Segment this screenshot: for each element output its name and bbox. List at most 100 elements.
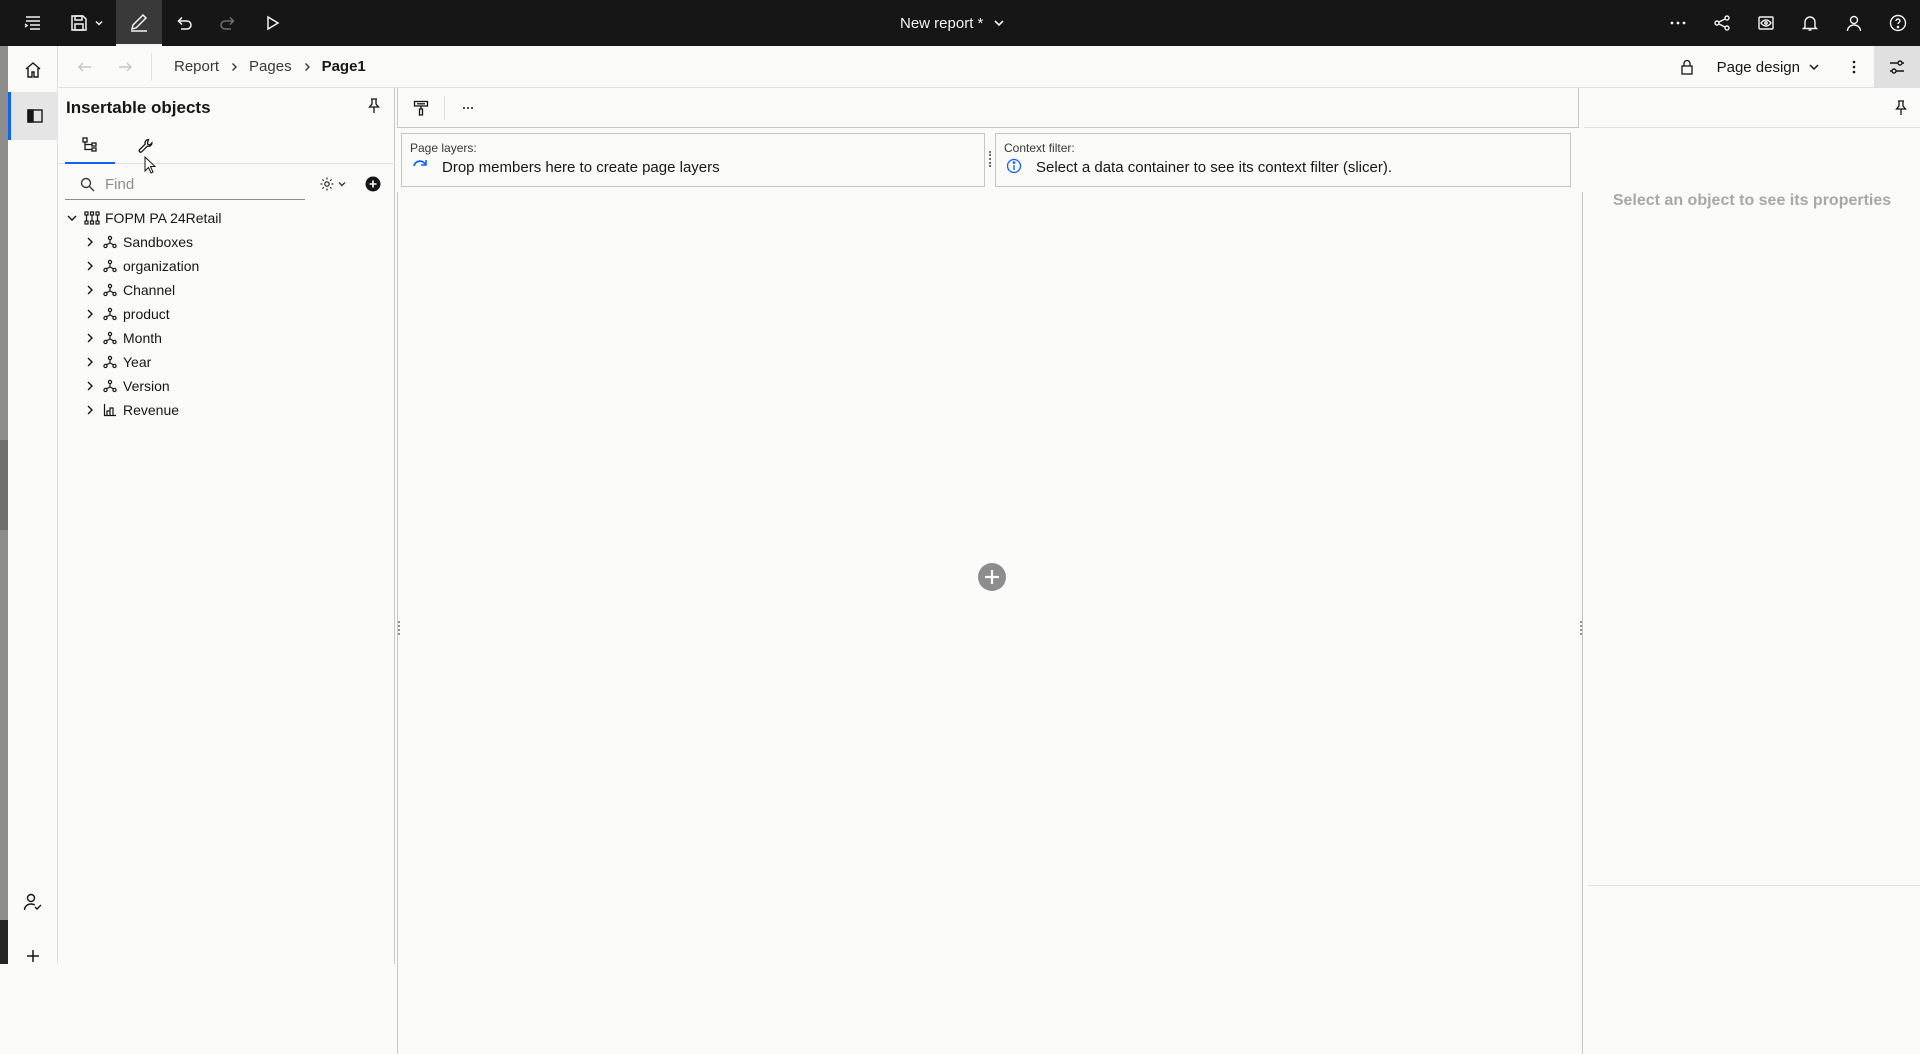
chevron-right-icon[interactable] — [81, 284, 99, 296]
run-button[interactable] — [250, 0, 294, 46]
tree-item[interactable]: Channel — [81, 278, 175, 302]
add-data-source-button[interactable] — [365, 176, 381, 192]
tree-root-item[interactable]: FOPM PA 24Retail — [63, 206, 221, 230]
canvas-more-button[interactable] — [445, 88, 491, 128]
breadcrumb: Report Pages Page1 — [168, 58, 372, 75]
find-row — [65, 170, 395, 200]
tree-item-label: Month — [123, 330, 162, 346]
menu-button[interactable] — [8, 0, 58, 46]
chevron-right-icon[interactable] — [81, 404, 99, 416]
lock-button[interactable] — [1667, 46, 1707, 88]
overflow-horizontal-icon — [1669, 14, 1687, 32]
tree-item[interactable]: Revenue — [81, 398, 179, 422]
menu-icon — [23, 13, 43, 33]
window-edge-bottom — [0, 920, 8, 964]
context-filter-label: Context filter: — [1004, 141, 1075, 155]
canvas-toolbar — [397, 88, 1579, 128]
dropzone-splitter[interactable] — [989, 151, 991, 167]
share-button[interactable] — [1700, 0, 1744, 46]
curved-arrow-icon — [412, 158, 430, 174]
chevron-right-icon[interactable] — [81, 236, 99, 248]
insertable-objects-toggle[interactable] — [8, 92, 58, 140]
edit-button[interactable] — [116, 0, 162, 46]
find-input[interactable] — [105, 176, 285, 193]
overflow-vertical-icon — [1846, 59, 1862, 75]
user-icon — [1845, 14, 1863, 32]
forward-button[interactable] — [105, 46, 145, 88]
lock-icon — [1680, 59, 1694, 75]
format-painter-button[interactable] — [398, 88, 444, 128]
insertable-objects-panel: Insertable objects Find FOPM PA 24Retail… — [59, 88, 395, 964]
tree-item-label: Channel — [123, 282, 176, 298]
undo-icon — [175, 14, 193, 32]
overflow-horizontal-icon — [460, 100, 476, 116]
properties-toggle-button[interactable] — [1874, 46, 1920, 88]
chevron-right-icon[interactable] — [81, 260, 99, 272]
dimension-icon — [101, 307, 119, 321]
chevron-down-icon[interactable] — [63, 212, 81, 224]
gear-icon — [319, 176, 335, 192]
properties-empty-message: Select an object to see its properties — [1612, 192, 1892, 209]
more-actions-button[interactable] — [1656, 0, 1700, 46]
page-canvas[interactable] — [397, 192, 1583, 1054]
chevron-right-icon[interactable] — [81, 308, 99, 320]
arrow-left-icon — [77, 59, 93, 75]
top-bar: New report * — [0, 0, 1920, 46]
tab-source-tree[interactable] — [65, 128, 115, 164]
breadcrumb-report[interactable]: Report — [168, 58, 225, 75]
tree-root-label: FOPM PA 24Retail — [105, 210, 222, 226]
tree-item-label: Revenue — [123, 402, 180, 418]
redo-button[interactable] — [206, 0, 250, 46]
context-filter-dropzone[interactable]: Context filter: Select a data container … — [995, 133, 1571, 187]
tree-item[interactable]: Year — [81, 350, 151, 374]
page-layers-dropzone[interactable]: Page layers: Drop members here to create… — [401, 133, 985, 187]
topbar-right-actions — [1656, 0, 1920, 46]
tree-item[interactable]: Month — [81, 326, 162, 350]
cube-icon — [83, 211, 101, 225]
overflow-menu-button[interactable] — [1834, 46, 1874, 88]
report-title: New report * — [900, 14, 984, 32]
pin-icon — [367, 98, 381, 114]
page-layers-label: Page layers: — [410, 141, 477, 155]
chevron-right-icon[interactable] — [81, 380, 99, 392]
redo-icon — [219, 14, 237, 32]
find-settings-button[interactable] — [319, 176, 347, 192]
report-title-dropdown[interactable]: New report * — [900, 0, 1005, 46]
panel-tabs — [59, 128, 395, 164]
tree-item[interactable]: product — [81, 302, 170, 326]
breadcrumb-pages[interactable]: Pages — [243, 58, 298, 75]
breadcrumb-page1: Page1 — [321, 58, 366, 75]
hierarchy-icon — [82, 137, 98, 153]
tree-item[interactable]: Version — [81, 374, 170, 398]
window-edge-strip — [0, 0, 8, 964]
preview-button[interactable] — [1744, 0, 1788, 46]
tree-item-label: Sandboxes — [123, 234, 194, 250]
right-resize-handle[interactable] — [1579, 620, 1583, 636]
measure-icon — [101, 403, 119, 417]
back-button[interactable] — [65, 46, 105, 88]
undo-button[interactable] — [162, 0, 206, 46]
notifications-button[interactable] — [1788, 0, 1832, 46]
page-layers-text: Drop members here to create page layers — [442, 159, 720, 176]
chevron-right-icon[interactable] — [81, 356, 99, 368]
pin-button[interactable] — [1894, 100, 1908, 116]
add-object-button[interactable] — [977, 562, 1007, 592]
page-design-dropdown[interactable]: Page design — [1707, 59, 1834, 76]
home-button[interactable] — [8, 46, 58, 94]
left-resize-handle[interactable] — [397, 620, 401, 636]
properties-panel: Select an object to see its properties — [1584, 88, 1920, 964]
pin-button[interactable] — [367, 98, 381, 114]
chevron-right-icon[interactable] — [81, 332, 99, 344]
save-button[interactable] — [58, 0, 116, 46]
add-button[interactable] — [8, 932, 58, 980]
help-button[interactable] — [1876, 0, 1920, 46]
share-icon — [1713, 14, 1731, 32]
chevron-down-icon — [94, 18, 104, 28]
tree-item[interactable]: Sandboxes — [81, 230, 193, 254]
tree-item[interactable]: organization — [81, 254, 199, 278]
user-manage-button[interactable] — [8, 878, 58, 926]
chevron-down-icon — [337, 179, 347, 189]
chevron-down-icon — [1808, 61, 1820, 73]
user-button[interactable] — [1832, 0, 1876, 46]
plus-icon — [25, 948, 41, 964]
